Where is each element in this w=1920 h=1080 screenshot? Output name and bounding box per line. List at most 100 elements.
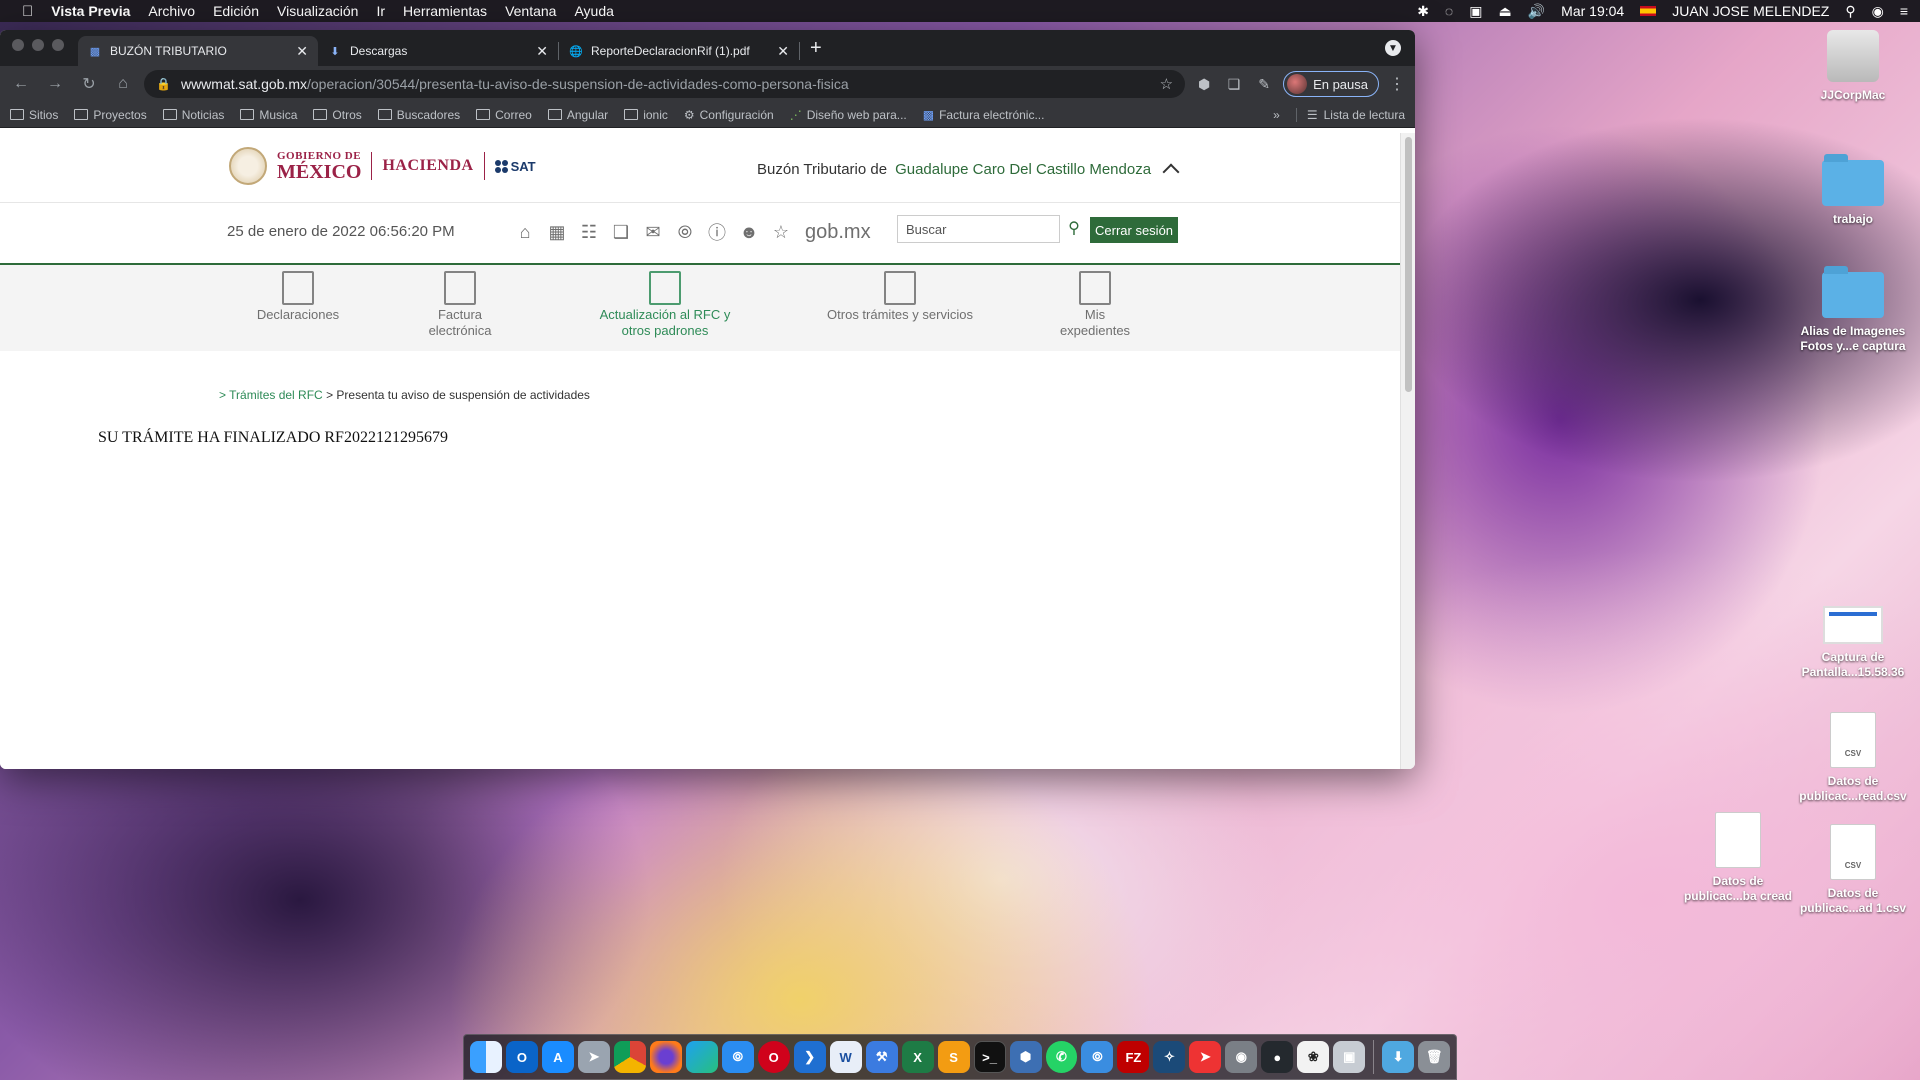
desktop-icon-datos-cread[interactable]: Datos de publicac...ba cread bbox=[1683, 812, 1793, 904]
disk-utility-icon[interactable]: ◉ bbox=[1225, 1041, 1258, 1073]
nav-declaraciones[interactable]: Declaraciones bbox=[256, 271, 340, 323]
minimize-window-button[interactable] bbox=[32, 39, 44, 51]
whatsapp-icon[interactable]: ✆ bbox=[1045, 1041, 1078, 1073]
nav-factura-electronica[interactable]: Factura electrónica bbox=[418, 271, 502, 339]
profile-button[interactable]: En pausa bbox=[1283, 71, 1379, 97]
firefox-icon[interactable] bbox=[649, 1041, 682, 1073]
excel-icon[interactable]: X bbox=[901, 1041, 934, 1073]
bookmark-sitios[interactable]: Sitios bbox=[10, 108, 58, 122]
menu-app-name[interactable]: Vista Previa bbox=[51, 3, 130, 19]
github-icon[interactable]: ● bbox=[1261, 1041, 1294, 1073]
menu-ayuda[interactable]: Ayuda bbox=[574, 3, 613, 19]
menu-archivo[interactable]: Archivo bbox=[148, 3, 195, 19]
extensions-puzzle-icon[interactable]: ✎ bbox=[1253, 76, 1275, 93]
tab-search-icon[interactable]: ▼ bbox=[1385, 40, 1401, 56]
chrome-icon[interactable] bbox=[613, 1041, 646, 1073]
desktop-icon-datos-read-csv[interactable]: CSV Datos de publicac...read.csv bbox=[1798, 712, 1908, 804]
star-icon[interactable]: ☆ bbox=[770, 221, 792, 243]
outlook-icon[interactable]: O bbox=[505, 1041, 538, 1073]
bookmark-musica[interactable]: Musica bbox=[240, 108, 297, 122]
virtualbox-icon[interactable]: ⬢ bbox=[1009, 1041, 1042, 1073]
volume-icon[interactable]: 🔊 bbox=[1528, 3, 1545, 20]
lock-icon[interactable]: 🔒 bbox=[156, 77, 171, 91]
close-tab-icon[interactable]: ✕ bbox=[777, 43, 789, 60]
finder-icon[interactable] bbox=[470, 1041, 502, 1073]
bluetooth-icon[interactable]: ✱ bbox=[1417, 3, 1429, 20]
close-tab-icon[interactable]: ✕ bbox=[296, 43, 308, 60]
gov-logos[interactable]: GOBIERNO DE MÉXICO HACIENDA SAT bbox=[229, 147, 536, 185]
ladybug-icon[interactable]: ❀ bbox=[1297, 1041, 1330, 1073]
bookmark-star-icon[interactable]: ☆ bbox=[1160, 75, 1173, 93]
extension-cube-icon[interactable]: ⬢ bbox=[1193, 76, 1215, 93]
page-scrollbar[interactable] bbox=[1400, 133, 1415, 769]
tab-buzon-tributario[interactable]: ▩ BUZÓN TRIBUTARIO ✕ bbox=[78, 36, 318, 66]
spotlight-icon[interactable]: ⚲ bbox=[1845, 3, 1855, 20]
browser-menu-icon[interactable]: ⋮ bbox=[1387, 74, 1407, 94]
compass-icon[interactable]: ⦾ bbox=[674, 221, 696, 243]
menu-visualizacion[interactable]: Visualización bbox=[277, 3, 358, 19]
user-icon[interactable]: ☻ bbox=[738, 221, 760, 243]
terminal-icon[interactable]: >_ bbox=[973, 1041, 1006, 1073]
mail-icon[interactable]: ✉ bbox=[642, 221, 664, 243]
vscode-icon[interactable]: ❯ bbox=[793, 1041, 826, 1073]
bookmark-buscadores[interactable]: Buscadores bbox=[377, 108, 460, 122]
close-window-button[interactable] bbox=[12, 39, 24, 51]
bookmark-factura[interactable]: ▩ Factura electrónic... bbox=[923, 108, 1045, 122]
git-client-icon[interactable]: ➤ bbox=[1189, 1041, 1222, 1073]
mysql-workbench-icon[interactable]: ✧ bbox=[1153, 1041, 1186, 1073]
edge-icon[interactable] bbox=[685, 1041, 718, 1073]
search-icon[interactable]: ⚲ bbox=[1064, 218, 1084, 238]
forward-arrow-icon[interactable]: → bbox=[42, 75, 68, 93]
launchpad-icon[interactable]: ➤ bbox=[577, 1041, 610, 1073]
bookmark-angular[interactable]: Angular bbox=[547, 108, 608, 122]
help-icon[interactable]: ⓘ bbox=[706, 221, 728, 243]
trash-icon[interactable]: 🗑 bbox=[1418, 1041, 1451, 1073]
desktop-icon-jjcorpmac[interactable]: JJCorpMac bbox=[1798, 30, 1908, 103]
filezilla-icon[interactable]: FZ bbox=[1117, 1041, 1150, 1073]
apple-icon[interactable]:  bbox=[22, 3, 33, 20]
clock[interactable]: Mar 19:04 bbox=[1561, 3, 1624, 19]
new-tab-plus-icon[interactable]: + bbox=[810, 37, 822, 60]
desktop-icon-alias-imagenes[interactable]: Alias de Imagenes Fotos y...e captura bbox=[1798, 266, 1908, 354]
close-tab-icon[interactable]: ✕ bbox=[536, 43, 548, 60]
bookmark-configuracion[interactable]: ⚙ Configuración bbox=[684, 108, 774, 122]
eject-icon[interactable]: ⏏ bbox=[1498, 3, 1511, 20]
xcode-icon[interactable]: ⚒ bbox=[865, 1041, 898, 1073]
home-icon[interactable]: ⌂ bbox=[514, 221, 536, 243]
scrollbar-thumb[interactable] bbox=[1405, 137, 1412, 392]
menu-ir[interactable]: Ir bbox=[376, 3, 385, 19]
app-store-icon[interactable]: A bbox=[541, 1041, 574, 1073]
address-bar[interactable]: 🔒 wwwmat.sat.gob.mx /operacion/30544/pre… bbox=[144, 70, 1186, 98]
desktop-icon-trabajo[interactable]: trabajo bbox=[1798, 154, 1908, 227]
bookmark-proyectos[interactable]: Proyectos bbox=[74, 108, 147, 122]
extension-tabs-icon[interactable]: ❏ bbox=[1223, 76, 1245, 93]
home-icon[interactable]: ⌂ bbox=[110, 75, 136, 93]
opera-icon[interactable]: O bbox=[757, 1041, 790, 1073]
bookmark-noticias[interactable]: Noticias bbox=[162, 108, 224, 122]
display-icon[interactable]: ▣ bbox=[1469, 3, 1482, 20]
gobmx-link[interactable]: gob.mx bbox=[805, 221, 871, 244]
siri-icon[interactable]: ◉ bbox=[1872, 3, 1884, 20]
reading-list-button[interactable]: ☰ Lista de lectura bbox=[1295, 107, 1405, 122]
desktop-icon-captura[interactable]: Captura de Pantalla...15.58.36 bbox=[1798, 606, 1908, 680]
bookmark-correo[interactable]: Correo bbox=[476, 108, 532, 122]
chevron-up-icon[interactable] bbox=[1162, 163, 1180, 181]
tab-descargas[interactable]: ⬇ Descargas ✕ bbox=[318, 36, 558, 66]
tab-reporte-pdf[interactable]: 🌐 ReporteDeclaracionRif (1).pdf ✕ bbox=[559, 36, 799, 66]
wifi-icon[interactable]: ◌ bbox=[1445, 3, 1453, 19]
desktop-icon-datos-1-csv[interactable]: CSV Datos de publicac...ad 1.csv bbox=[1798, 824, 1908, 916]
preview-icon[interactable]: ▣ bbox=[1333, 1041, 1366, 1073]
back-arrow-icon[interactable]: ← bbox=[8, 75, 34, 93]
bookmark-ionic[interactable]: ionic bbox=[624, 108, 668, 122]
news-icon[interactable]: ▦ bbox=[546, 221, 568, 243]
safari-icon[interactable]: ⦾ bbox=[721, 1041, 754, 1073]
reload-icon[interactable]: ↻ bbox=[76, 74, 102, 94]
bookmark-diseno-web[interactable]: ⋰ Diseño web para... bbox=[790, 108, 907, 122]
word-icon[interactable]: W bbox=[829, 1041, 862, 1073]
control-center-icon[interactable]: ≡ bbox=[1900, 3, 1908, 19]
breadcrumb-link-tramites-rfc[interactable]: Trámites del RFC bbox=[229, 388, 323, 402]
calendar-icon[interactable]: ☷ bbox=[578, 221, 600, 243]
search-input[interactable] bbox=[897, 215, 1060, 243]
safari-alt-icon[interactable]: ⦾ bbox=[1081, 1041, 1114, 1073]
logout-button[interactable]: Cerrar sesión bbox=[1090, 217, 1179, 243]
